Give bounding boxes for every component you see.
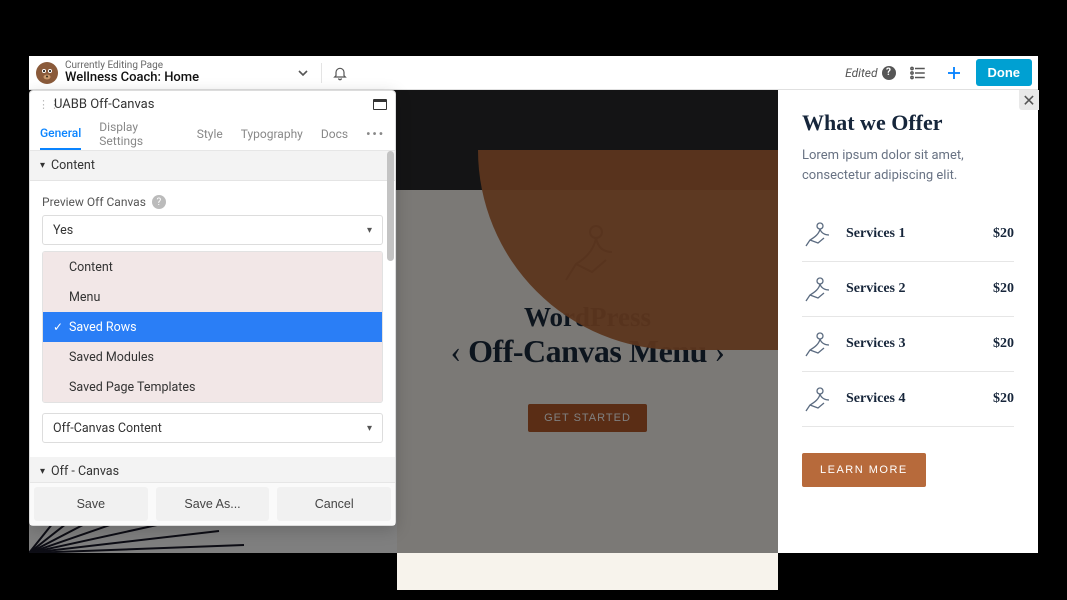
service-row: Services 4 $20 (802, 372, 1014, 427)
page-title: Wellness Coach: Home (65, 71, 199, 85)
modal-title: UABB Off-Canvas (54, 97, 154, 112)
tab-display-settings[interactable]: Display Settings (99, 112, 178, 156)
save-button[interactable]: Save (34, 487, 148, 521)
yoga-icon (802, 221, 832, 247)
offcanvas-heading: What we Offer (802, 110, 1014, 136)
service-name: Services 4 (846, 391, 979, 407)
offcanvas-content-value: Off-Canvas Content (53, 421, 162, 436)
module-settings-modal: ⋮⋮ UABB Off-Canvas General Display Setti… (29, 90, 396, 526)
offcanvas-content-select[interactable]: Off-Canvas Content ▾ (42, 413, 383, 443)
modal-body: ▾ Content Preview Off Canvas ? Yes ▾ Con… (30, 151, 395, 482)
edited-help-icon[interactable]: ? (882, 66, 896, 80)
notification-bell-icon[interactable] (326, 59, 354, 87)
separator (321, 63, 322, 83)
content-type-dropdown: Content Menu ✓Saved Rows Saved Modules S… (42, 251, 383, 403)
page-dropdown-chevron-icon[interactable] (289, 59, 317, 87)
service-price: $20 (993, 281, 1014, 297)
service-row: Services 1 $20 (802, 207, 1014, 262)
scrollbar-thumb[interactable] (387, 151, 394, 261)
logo-icon (35, 61, 59, 85)
edited-indicator: Edited ? (845, 66, 895, 80)
yoga-icon (802, 276, 832, 302)
section-content-body: Preview Off Canvas ? Yes ▾ Content Menu … (30, 181, 395, 451)
check-icon: ✓ (53, 320, 63, 334)
close-offcanvas-icon[interactable]: ✕ (1019, 90, 1039, 110)
service-row: Services 2 $20 (802, 262, 1014, 317)
modal-tabs: General Display Settings Style Typograph… (30, 117, 395, 151)
tab-typography[interactable]: Typography (241, 119, 303, 149)
option-menu[interactable]: Menu (43, 282, 382, 312)
tab-style[interactable]: Style (197, 119, 223, 149)
tab-docs[interactable]: Docs (321, 119, 348, 149)
window-mode-icon[interactable] (373, 99, 387, 110)
option-saved-rows[interactable]: ✓Saved Rows (43, 312, 382, 342)
service-price: $20 (993, 226, 1014, 242)
done-button[interactable]: Done (976, 59, 1033, 86)
preview-select[interactable]: Yes ▾ (42, 215, 383, 245)
edited-label: Edited (845, 66, 877, 80)
service-row: Services 3 $20 (802, 317, 1014, 372)
drag-grip-icon[interactable]: ⋮⋮ (38, 98, 48, 111)
offcanvas-panel: What we Offer Lorem ipsum dolor sit amet… (778, 90, 1038, 553)
preview-label: Preview Off Canvas ? (42, 195, 383, 209)
add-content-icon[interactable] (940, 59, 968, 87)
chevron-down-icon: ▾ (40, 466, 45, 477)
section-offcanvas-label: Off - Canvas (51, 464, 119, 479)
section-content-header[interactable]: ▾ Content (30, 151, 395, 181)
modal-header[interactable]: ⋮⋮ UABB Off-Canvas (30, 91, 395, 117)
service-name: Services 1 (846, 226, 979, 242)
section-offcanvas-header[interactable]: ▾ Off - Canvas (30, 457, 395, 482)
preview-label-text: Preview Off Canvas (42, 195, 146, 209)
chevron-down-icon: ▾ (40, 160, 45, 171)
preview-select-value: Yes (53, 223, 73, 238)
app-frame: Currently Editing Page Wellness Coach: H… (29, 56, 1038, 553)
tab-general[interactable]: General (40, 118, 81, 150)
offcanvas-blurb: Lorem ipsum dolor sit amet, consectetur … (802, 146, 1014, 185)
modal-footer: Save Save As... Cancel (30, 482, 395, 525)
option-content[interactable]: Content (43, 252, 382, 282)
yoga-icon (802, 331, 832, 357)
yoga-icon (802, 386, 832, 412)
save-as-button[interactable]: Save As... (156, 487, 270, 521)
topbar: Currently Editing Page Wellness Coach: H… (29, 56, 1038, 90)
cancel-button[interactable]: Cancel (277, 487, 391, 521)
preview-help-icon[interactable]: ? (152, 195, 166, 209)
option-saved-page-templates[interactable]: Saved Page Templates (43, 372, 382, 402)
outline-panel-icon[interactable] (904, 59, 932, 87)
service-name: Services 3 (846, 336, 979, 352)
service-price: $20 (993, 336, 1014, 352)
page-title-block: Currently Editing Page Wellness Coach: H… (65, 58, 199, 87)
more-tabs-icon[interactable]: ••• (366, 127, 385, 141)
service-name: Services 2 (846, 281, 979, 297)
topbar-right: Edited ? Done (845, 59, 1038, 87)
service-price: $20 (993, 391, 1014, 407)
chevron-down-icon: ▾ (367, 225, 372, 236)
chevron-down-icon: ▾ (367, 423, 372, 434)
learn-more-button[interactable]: LEARN MORE (802, 453, 926, 487)
option-saved-modules[interactable]: Saved Modules (43, 342, 382, 372)
section-content-label: Content (51, 158, 95, 173)
